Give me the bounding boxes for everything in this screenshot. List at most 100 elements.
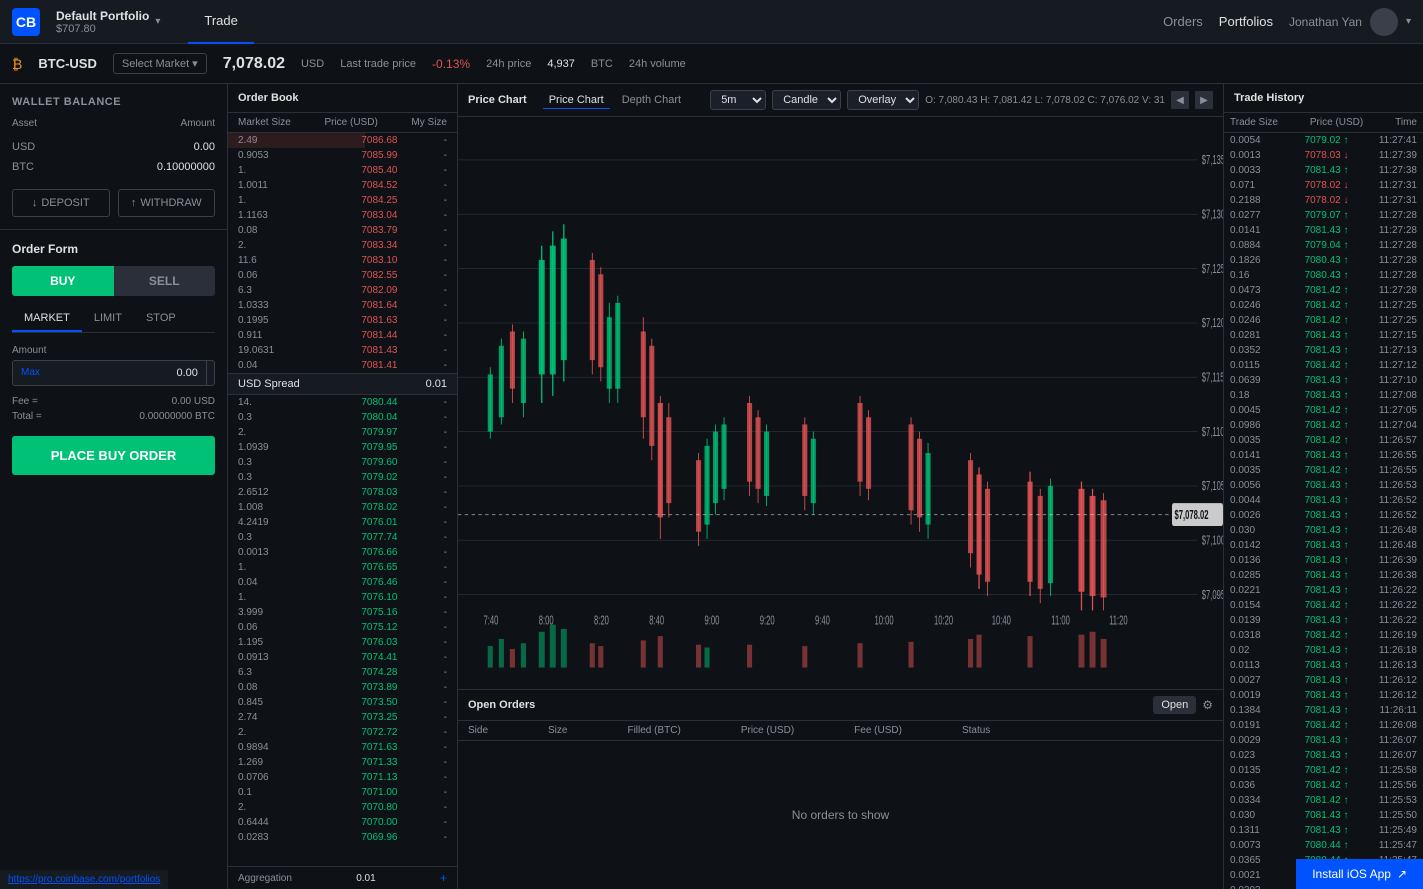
withdraw-icon: ↑ [131, 197, 137, 209]
ob-buy-row[interactable]: 2.747073.25- [228, 710, 457, 725]
ob-buy-row[interactable]: 0.17071.00- [228, 785, 457, 800]
ob-sell-row[interactable]: 0.047081.41- [228, 358, 457, 373]
ob-col-market-size: Market Size [238, 117, 291, 128]
install-ios-banner[interactable]: Install iOS App ↗ [1296, 859, 1423, 889]
svg-text:$7,115: $7,115 [1202, 371, 1223, 386]
buy-button[interactable]: BUY [12, 266, 114, 296]
select-market-button[interactable]: Select Market ▾ [113, 53, 207, 74]
open-orders-button[interactable]: Open [1153, 696, 1196, 714]
chart-tab-depth[interactable]: Depth Chart [622, 94, 681, 106]
chart-tab-price[interactable]: Price Chart [543, 92, 610, 109]
ob-buy-row[interactable]: 0.64447070.00- [228, 815, 457, 830]
ob-sell-row[interactable]: 1.7084.25- [228, 193, 457, 208]
order-type-limit[interactable]: LIMIT [82, 306, 134, 332]
trade-history-title: Trade History [1224, 84, 1423, 113]
col-status: Status [962, 725, 990, 736]
svg-text:$7,120: $7,120 [1202, 316, 1223, 331]
svg-text:11:00: 11:00 [1051, 614, 1070, 629]
th-col-size: Trade Size [1230, 117, 1278, 128]
btc-icon: ₿ [12, 56, 22, 72]
ob-buy-row[interactable]: 0.8457073.50- [228, 695, 457, 710]
coinbase-link[interactable]: https://pro.coinbase.com/portfolios [0, 870, 168, 889]
ob-buy-row[interactable]: 2.7070.80- [228, 800, 457, 815]
ob-buy-row[interactable]: 0.067075.12- [228, 620, 457, 635]
order-form-section: Order Form BUY SELL MARKET LIMIT STOP Am… [0, 230, 227, 889]
ob-sell-row[interactable]: 0.067082.55- [228, 268, 457, 283]
th-row: 0.02817081.43 ↑11:27:15 [1224, 328, 1423, 343]
ob-sell-row[interactable]: 0.087083.79- [228, 223, 457, 238]
ob-buy-row[interactable]: 6.37074.28- [228, 665, 457, 680]
ob-buy-row[interactable]: 2.7079.97- [228, 425, 457, 440]
ob-buy-row[interactable]: 0.37080.04- [228, 410, 457, 425]
ob-sell-row[interactable]: 1.11637083.04- [228, 208, 457, 223]
price-chart-svg: $7,135 $7,130 $7,125 $7,120 $7,115 $7,11… [458, 117, 1223, 689]
ob-buy-row[interactable]: 4.24197076.01- [228, 515, 457, 530]
ob-buy-row[interactable]: 0.07067071.13- [228, 770, 457, 785]
amount-input[interactable] [48, 361, 206, 385]
col-side: Side [468, 725, 488, 736]
chart-prev-button[interactable]: ◀ [1171, 91, 1189, 109]
ob-buy-row[interactable]: 1.7076.10- [228, 590, 457, 605]
last-trade-label: Last trade price [340, 58, 416, 70]
order-type-market[interactable]: MARKET [12, 306, 82, 332]
aggregation-plus-button[interactable]: + [440, 871, 447, 885]
ob-sell-row[interactable]: 0.19957081.63- [228, 313, 457, 328]
deposit-button[interactable]: ↓ DEPOSIT [12, 189, 110, 217]
overlay-select[interactable]: Overlay [847, 90, 919, 110]
ob-buy-row[interactable]: 0.37079.60- [228, 455, 457, 470]
avatar[interactable] [1370, 8, 1398, 36]
ob-sell-row[interactable]: 2.497086.68- [228, 133, 457, 148]
place-order-button[interactable]: PLACE BUY ORDER [12, 436, 215, 475]
install-ios-label: Install iOS App [1312, 867, 1391, 881]
timeframe-select[interactable]: 5m1m15m1h [710, 90, 766, 110]
open-orders-settings-icon[interactable]: ⚙ [1202, 698, 1213, 712]
nav-orders-link[interactable]: Orders [1163, 14, 1203, 29]
ob-buy-row[interactable]: 0.98947071.63- [228, 740, 457, 755]
ob-buy-row[interactable]: 0.047076.46- [228, 575, 457, 590]
ob-buy-row[interactable]: 0.37079.02- [228, 470, 457, 485]
ob-buy-row[interactable]: 2.7072.72- [228, 725, 457, 740]
th-row: 0.187081.43 ↑11:27:08 [1224, 388, 1423, 403]
chart-area[interactable]: $7,135 $7,130 $7,125 $7,120 $7,115 $7,11… [458, 117, 1223, 689]
ob-buy-row[interactable]: 2.65127078.03- [228, 485, 457, 500]
portfolio-selector[interactable]: Default Portfolio $707.80 ▾ [56, 9, 160, 35]
withdraw-button[interactable]: ↑ WITHDRAW [118, 189, 216, 217]
chart-type-select[interactable]: CandleLine [772, 90, 841, 110]
th-row: 0.00357081.42 ↑11:26:57 [1224, 433, 1423, 448]
ob-buy-row[interactable]: 1.2697071.33- [228, 755, 457, 770]
ob-buy-row[interactable]: 0.02837069.96- [228, 830, 457, 845]
svg-text:$7,105: $7,105 [1202, 479, 1223, 494]
th-row: 0.01427081.43 ↑11:26:48 [1224, 538, 1423, 553]
ob-buy-row[interactable]: 1.09397079.95- [228, 440, 457, 455]
th-row: 0.00297081.43 ↑11:26:07 [1224, 733, 1423, 748]
ob-buy-row[interactable]: 0.09137074.41- [228, 650, 457, 665]
ob-sell-row[interactable]: 1.03337081.64- [228, 298, 457, 313]
ob-buy-row[interactable]: 1.7076.65- [228, 560, 457, 575]
order-type-stop[interactable]: STOP [134, 306, 188, 332]
ob-sell-row[interactable]: 6.37082.09- [228, 283, 457, 298]
chart-next-button[interactable]: ▶ [1195, 91, 1213, 109]
ob-sell-row[interactable]: 0.90537085.99- [228, 148, 457, 163]
ob-sell-row[interactable]: 19.06317081.43- [228, 343, 457, 358]
ob-sell-row[interactable]: 1.00117084.52- [228, 178, 457, 193]
asset-row-btc: BTC 0.10000000 [12, 157, 215, 177]
ob-buy-row[interactable]: 1.0087078.02- [228, 500, 457, 515]
sell-button[interactable]: SELL [114, 266, 216, 296]
ob-sell-row[interactable]: 2.7083.34- [228, 238, 457, 253]
col-fee: Fee (USD) [854, 725, 902, 736]
nav-portfolios-link[interactable]: Portfolios [1219, 14, 1273, 29]
ob-sell-row[interactable]: 1.7085.40- [228, 163, 457, 178]
order-form-title: Order Form [12, 242, 215, 256]
ob-buy-row[interactable]: 0.087073.89- [228, 680, 457, 695]
user-name: Jonathan Yan [1289, 15, 1362, 29]
ob-sell-row[interactable]: 11.67083.10- [228, 253, 457, 268]
max-link[interactable]: Max [13, 361, 48, 385]
ob-buy-row[interactable]: 0.37077.74- [228, 530, 457, 545]
ob-sell-row[interactable]: 0.9117081.44- [228, 328, 457, 343]
ob-buy-row[interactable]: 14.7080.44- [228, 395, 457, 410]
nav-tab-trade[interactable]: Trade [188, 0, 253, 44]
ob-buy-row[interactable]: 3.9997075.16- [228, 605, 457, 620]
ob-buy-row[interactable]: 0.00137076.66- [228, 545, 457, 560]
buy-sell-tabs: BUY SELL [12, 266, 215, 296]
ob-buy-row[interactable]: 1.1957076.03- [228, 635, 457, 650]
